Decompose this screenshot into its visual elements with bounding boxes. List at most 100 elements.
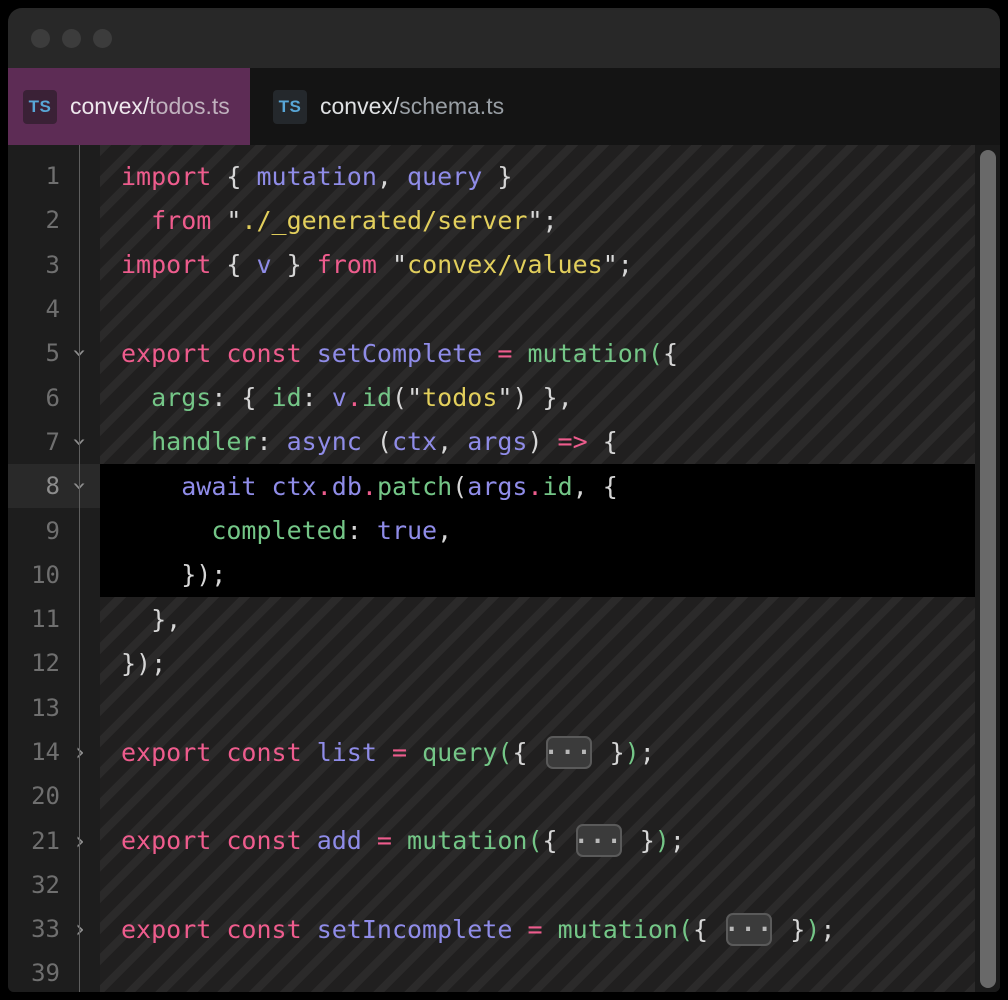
code-line-text[interactable]: await ctx.db.patch(args.id, {: [100, 464, 975, 508]
code-line-text[interactable]: import { v } from "convex/values";: [100, 243, 975, 287]
code-line[interactable]: 39: [8, 951, 1000, 992]
code-line-text[interactable]: },: [100, 597, 975, 641]
fold-chevron-right-icon[interactable]: ›: [60, 740, 100, 764]
code-token: [302, 915, 317, 944]
code-line-text[interactable]: export const add = mutation({ ··· });: [100, 818, 975, 862]
fold-chevron-right-icon[interactable]: ›: [60, 829, 100, 853]
gutter-cell: 2: [8, 198, 100, 242]
line-number: 33: [8, 915, 60, 943]
code-token: setIncomplete: [317, 915, 513, 944]
tab-todos-ts[interactable]: TS convex/todos.ts: [8, 68, 250, 145]
code-line-text[interactable]: completed: true,: [100, 508, 975, 552]
code-line-text[interactable]: import { mutation, query }: [100, 154, 975, 198]
code-token: add: [317, 826, 362, 855]
line-number: 10: [8, 561, 60, 589]
code-line-text[interactable]: [100, 951, 975, 992]
code-token: ,: [437, 427, 467, 456]
code-line[interactable]: 8› await ctx.db.patch(args.id, {: [8, 464, 1000, 508]
code-line[interactable]: 13: [8, 686, 1000, 730]
code-token: .: [527, 472, 542, 501]
code-line[interactable]: 7› handler: async (ctx, args) => {: [8, 420, 1000, 464]
fold-chevron-down-icon[interactable]: ›: [68, 333, 92, 373]
fold-chevron-down-icon[interactable]: ›: [68, 422, 92, 462]
code-line[interactable]: 4: [8, 287, 1000, 331]
code-token: [121, 206, 151, 235]
code-line-text[interactable]: [100, 686, 975, 730]
window-maximize-button[interactable]: [93, 29, 112, 48]
code-token: mutation: [256, 162, 376, 191]
code-line-text[interactable]: export const setComplete = mutation({: [100, 331, 975, 375]
code-token: (: [497, 738, 512, 767]
code-token: todos: [422, 383, 497, 412]
code-line[interactable]: 21›export const add = mutation({ ··· });: [8, 818, 1000, 862]
code-token: .: [317, 472, 332, 501]
code-line-text[interactable]: [100, 774, 975, 818]
code-token: export: [121, 738, 211, 767]
code-line-text[interactable]: handler: async (ctx, args) => {: [100, 420, 975, 464]
code-line-text[interactable]: });: [100, 641, 975, 685]
code-line[interactable]: 20: [8, 774, 1000, 818]
line-number: 8: [8, 472, 60, 500]
code-token: {: [543, 826, 573, 855]
scrollbar-track[interactable]: [975, 145, 1000, 992]
code-line[interactable]: 33›export const setIncomplete = mutation…: [8, 907, 1000, 951]
fold-chevron-right-icon[interactable]: ›: [60, 917, 100, 941]
gutter-cell: 3: [8, 243, 100, 287]
code-line[interactable]: 2 from "./_generated/server";: [8, 198, 1000, 242]
code-line[interactable]: 12});: [8, 641, 1000, 685]
code-token: args: [151, 383, 211, 412]
code-line-text[interactable]: [100, 287, 975, 331]
code-line[interactable]: 3import { v } from "convex/values";: [8, 243, 1000, 287]
code-editor[interactable]: 1import { mutation, query }2 from "./_ge…: [8, 145, 1000, 992]
code-token: [211, 738, 226, 767]
code-line-text[interactable]: export const setIncomplete = mutation({ …: [100, 907, 975, 951]
fold-chevron-down-icon[interactable]: ›: [68, 466, 92, 506]
scrollbar-thumb[interactable]: [980, 150, 996, 988]
folded-code-ellipsis-badge[interactable]: ···: [726, 913, 772, 946]
code-token: [211, 826, 226, 855]
code-token: id: [362, 383, 392, 412]
code-line[interactable]: 6 args: { id: v.id("todos") },: [8, 375, 1000, 419]
tab-schema-ts[interactable]: TS convex/schema.ts: [258, 68, 514, 145]
window-close-button[interactable]: [31, 29, 50, 48]
code-token: .: [362, 472, 377, 501]
line-number: 32: [8, 871, 60, 899]
code-token: mutation: [407, 826, 527, 855]
code-line[interactable]: 32: [8, 863, 1000, 907]
code-token: , {: [573, 472, 618, 501]
code-token: patch: [377, 472, 452, 501]
gutter-cell: 8›: [8, 464, 100, 508]
code-line-text[interactable]: args: { id: v.id("todos") },: [100, 375, 975, 419]
code-token: const: [226, 915, 301, 944]
code-line[interactable]: 9 completed: true,: [8, 508, 1000, 552]
code-token: ;: [670, 826, 685, 855]
titlebar: [8, 8, 1000, 68]
code-line-text[interactable]: });: [100, 553, 975, 597]
code-line-text[interactable]: [100, 863, 975, 907]
folded-code-ellipsis-badge[interactable]: ···: [576, 824, 622, 857]
window-minimize-button[interactable]: [62, 29, 81, 48]
code-token: ;: [640, 738, 655, 767]
code-token: const: [226, 738, 301, 767]
code-line[interactable]: 1import { mutation, query }: [8, 154, 1000, 198]
code-line[interactable]: 14›export const list = query({ ··· });: [8, 730, 1000, 774]
code-line[interactable]: 10 });: [8, 553, 1000, 597]
typescript-file-icon: TS: [23, 90, 57, 124]
code-token: from: [317, 250, 377, 279]
gutter-cell: 20: [8, 774, 100, 818]
code-token: setComplete: [317, 339, 483, 368]
code-token: {: [211, 250, 256, 279]
gutter-cell: 6: [8, 375, 100, 419]
code-token: v: [256, 250, 271, 279]
folded-code-ellipsis-badge[interactable]: ···: [546, 736, 592, 769]
code-token: ): [655, 826, 670, 855]
code-line-text[interactable]: from "./_generated/server";: [100, 198, 975, 242]
code-token: ): [527, 427, 557, 456]
code-line[interactable]: 11 },: [8, 597, 1000, 641]
code-token: (: [678, 915, 693, 944]
code-line[interactable]: 5›export const setComplete = mutation({: [8, 331, 1000, 375]
code-token: const: [226, 339, 301, 368]
code-token: }: [625, 826, 655, 855]
code-line-text[interactable]: export const list = query({ ··· });: [100, 730, 975, 774]
code-token: (: [392, 383, 407, 412]
